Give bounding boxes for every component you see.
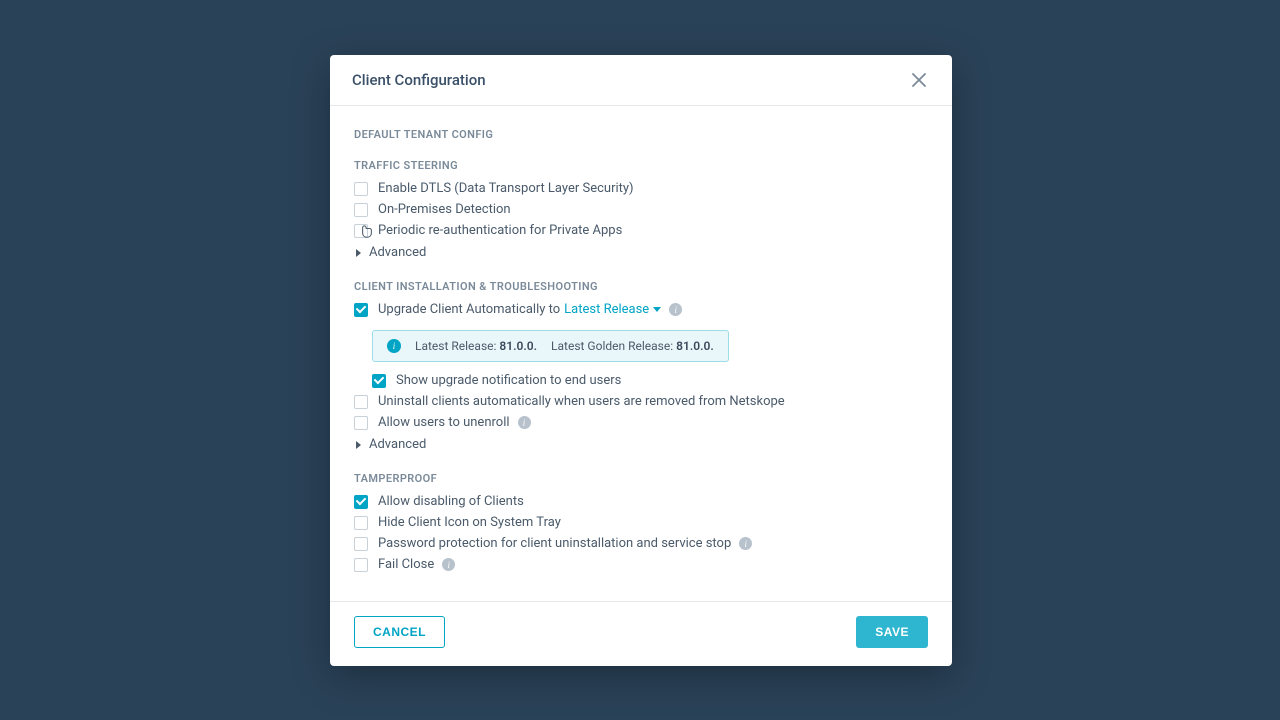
client-configuration-modal: Client Configuration DEFAULT TENANT CONF… bbox=[330, 55, 952, 666]
fail-close-row: Fail Close bbox=[354, 554, 928, 575]
periodic-reauth-label: Periodic re-authentication for Private A… bbox=[378, 223, 622, 238]
password-protect-label: Password protection for client uninstall… bbox=[378, 536, 731, 551]
close-icon bbox=[912, 73, 926, 87]
save-button[interactable]: Save bbox=[856, 616, 928, 648]
allow-unenroll-checkbox[interactable] bbox=[354, 416, 368, 430]
modal-body: DEFAULT TENANT CONFIG TRAFFIC STEERING E… bbox=[330, 106, 952, 595]
allow-disable-row: Allow disabling of Clients bbox=[354, 491, 928, 512]
info-icon[interactable] bbox=[518, 416, 531, 429]
caret-right-icon bbox=[356, 441, 361, 449]
hide-icon-row: Hide Client Icon on System Tray bbox=[354, 512, 928, 533]
info-circle-icon bbox=[387, 339, 401, 353]
modal-title: Client Configuration bbox=[352, 71, 486, 89]
info-icon[interactable] bbox=[739, 537, 752, 550]
allow-unenroll-label: Allow users to unenroll bbox=[378, 415, 510, 430]
enable-dtls-label: Enable DTLS (Data Transport Layer Securi… bbox=[378, 181, 634, 196]
upgrade-auto-row: Upgrade Client Automatically to Latest R… bbox=[354, 299, 928, 320]
cancel-button[interactable]: Cancel bbox=[354, 616, 445, 648]
traffic-advanced-toggle[interactable]: Advanced bbox=[354, 241, 928, 262]
uninstall-auto-row: Uninstall clients automatically when use… bbox=[354, 391, 928, 412]
info-icon[interactable] bbox=[669, 303, 682, 316]
upgrade-release-dropdown[interactable]: Latest Release bbox=[564, 302, 661, 317]
caret-right-icon bbox=[356, 249, 361, 257]
modal-header: Client Configuration bbox=[330, 55, 952, 106]
show-notification-label: Show upgrade notification to end users bbox=[396, 373, 621, 388]
install-advanced-toggle[interactable]: Advanced bbox=[354, 433, 928, 454]
hide-icon-checkbox[interactable] bbox=[354, 516, 368, 530]
info-icon[interactable] bbox=[442, 558, 455, 571]
uninstall-auto-checkbox[interactable] bbox=[354, 395, 368, 409]
tenant-heading: DEFAULT TENANT CONFIG bbox=[354, 128, 928, 141]
periodic-reauth-checkbox[interactable] bbox=[354, 224, 368, 238]
on-premises-checkbox[interactable] bbox=[354, 203, 368, 217]
on-premises-row: On-Premises Detection bbox=[354, 199, 928, 220]
show-notification-checkbox[interactable] bbox=[372, 374, 386, 388]
on-premises-label: On-Premises Detection bbox=[378, 202, 511, 217]
fail-close-label: Fail Close bbox=[378, 557, 434, 572]
chevron-down-icon bbox=[653, 307, 661, 312]
periodic-reauth-row: Periodic re-authentication for Private A… bbox=[354, 220, 928, 241]
modal-footer: Cancel Save bbox=[330, 601, 952, 666]
fail-close-checkbox[interactable] bbox=[354, 558, 368, 572]
uninstall-auto-label: Uninstall clients automatically when use… bbox=[378, 394, 785, 409]
password-protect-checkbox[interactable] bbox=[354, 537, 368, 551]
traffic-advanced-label: Advanced bbox=[369, 245, 426, 260]
install-heading: CLIENT INSTALLATION & TROUBLESHOOTING bbox=[354, 280, 928, 293]
allow-disable-label: Allow disabling of Clients bbox=[378, 494, 524, 509]
latest-release-text: Latest Release: 81.0.0. bbox=[415, 339, 537, 353]
golden-release-text: Latest Golden Release: 81.0.0. bbox=[551, 339, 714, 353]
upgrade-auto-checkbox[interactable] bbox=[354, 303, 368, 317]
password-protect-row: Password protection for client uninstall… bbox=[354, 533, 928, 554]
upgrade-auto-label: Upgrade Client Automatically to bbox=[378, 302, 560, 317]
enable-dtls-checkbox[interactable] bbox=[354, 182, 368, 196]
allow-unenroll-row: Allow users to unenroll bbox=[354, 412, 928, 433]
release-info-box: Latest Release: 81.0.0. Latest Golden Re… bbox=[372, 330, 729, 362]
show-notification-row: Show upgrade notification to end users bbox=[372, 370, 928, 391]
enable-dtls-row: Enable DTLS (Data Transport Layer Securi… bbox=[354, 178, 928, 199]
tamperproof-heading: TAMPERPROOF bbox=[354, 472, 928, 485]
traffic-steering-heading: TRAFFIC STEERING bbox=[354, 159, 928, 172]
install-advanced-label: Advanced bbox=[369, 437, 426, 452]
close-button[interactable] bbox=[908, 69, 930, 91]
hide-icon-label: Hide Client Icon on System Tray bbox=[378, 515, 561, 530]
upgrade-release-value: Latest Release bbox=[564, 302, 649, 317]
allow-disable-checkbox[interactable] bbox=[354, 495, 368, 509]
